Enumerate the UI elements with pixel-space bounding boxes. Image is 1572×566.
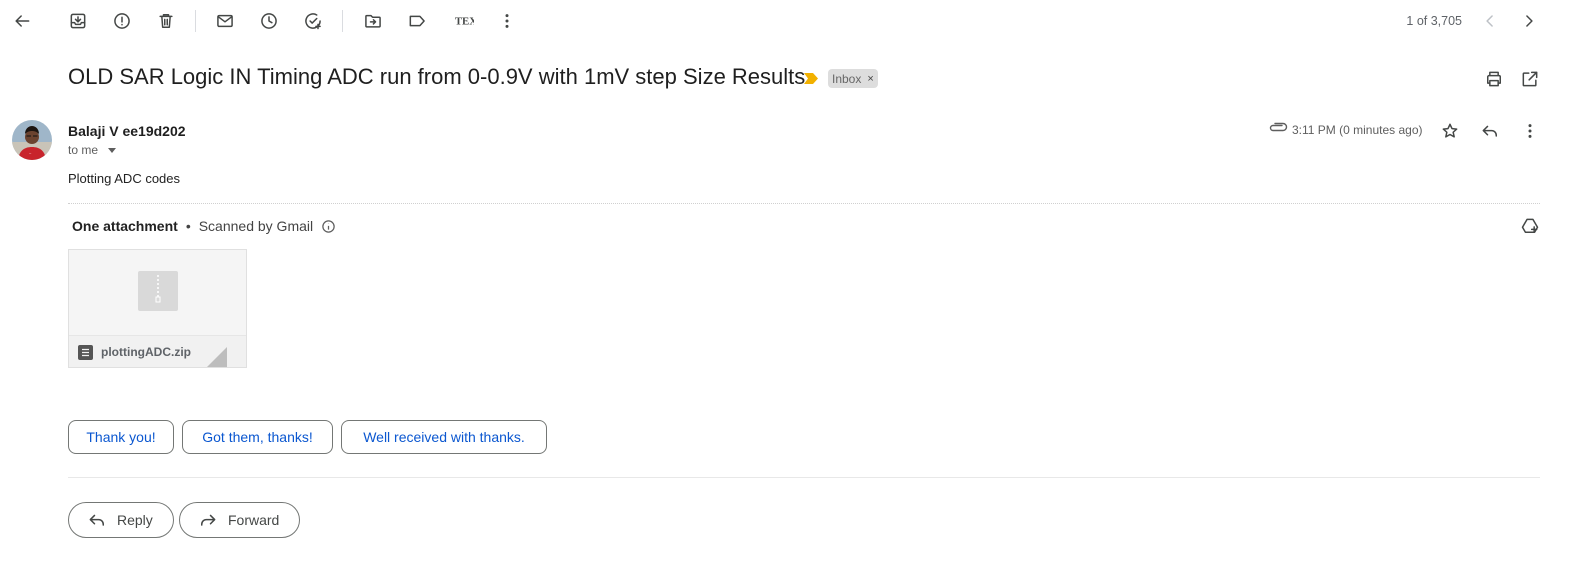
labels-icon <box>409 15 425 27</box>
attachment-clip-icon <box>1269 122 1288 132</box>
inbox-label: Inbox × <box>828 69 878 88</box>
label-text: Inbox <box>832 71 862 86</box>
older-button[interactable] <box>1513 5 1545 37</box>
recipient-details[interactable]: to me <box>68 143 117 157</box>
email-body: Plotting ADC codes <box>68 171 181 186</box>
message-more-button[interactable] <box>1514 115 1546 147</box>
reply-label: Reply <box>117 512 153 528</box>
print-icon <box>1487 71 1501 87</box>
delete-icon <box>159 14 173 28</box>
mark-unread-icon <box>217 14 233 28</box>
print-button[interactable] <box>1478 63 1510 95</box>
forward-icon <box>201 514 216 526</box>
email-subject: OLD SAR Logic IN Timing ADC run from 0-0… <box>68 64 806 89</box>
reply-icon <box>1482 125 1497 137</box>
add-to-drive-icon <box>1521 218 1539 233</box>
star-button[interactable] <box>1434 115 1466 147</box>
chevron-left-icon <box>1486 15 1493 27</box>
forward-button[interactable]: Forward <box>179 502 301 538</box>
newer-button[interactable] <box>1474 5 1506 37</box>
archive-button[interactable] <box>62 5 94 37</box>
importance-marker-icon[interactable] <box>804 73 818 84</box>
save-to-drive-button[interactable] <box>1514 210 1546 242</box>
attachment-preview <box>69 250 246 335</box>
tex-button[interactable]: TEX <box>448 5 480 37</box>
back-arrow-icon <box>15 15 30 27</box>
add-to-tasks-icon <box>305 13 321 30</box>
remove-label-icon[interactable]: × <box>867 73 873 85</box>
mark-unread-button[interactable] <box>209 5 241 37</box>
open-new-window-button[interactable] <box>1514 63 1546 95</box>
tex-icon: TEX <box>455 15 474 27</box>
snooze-button[interactable] <box>253 5 285 37</box>
snooze-icon <box>261 13 277 29</box>
pager-count: 1 of 3,705 <box>1406 14 1462 28</box>
svg-text:TEX: TEX <box>455 15 474 27</box>
attachment-count: One attachment <box>72 218 178 234</box>
info-icon[interactable] <box>321 219 336 234</box>
more-vert-icon <box>1528 124 1532 138</box>
reply-divider <box>68 477 1540 478</box>
back-button[interactable] <box>6 5 38 37</box>
smart-reply-thank-you[interactable]: Thank you! <box>68 420 174 454</box>
archive-icon <box>70 13 86 29</box>
delete-button[interactable] <box>150 5 182 37</box>
sender-name[interactable]: Balaji V ee19d202 <box>68 123 186 139</box>
add-to-tasks-button[interactable] <box>297 5 329 37</box>
labels-button[interactable] <box>401 5 433 37</box>
report-spam-button[interactable] <box>106 5 138 37</box>
more-options-button[interactable] <box>491 5 523 37</box>
reply-button-header[interactable] <box>1474 115 1506 147</box>
sender-avatar[interactable]: ~ <box>12 120 52 160</box>
move-to-icon <box>365 14 381 28</box>
page-fold-icon <box>207 347 227 367</box>
email-time: 3:11 PM (0 minutes ago) <box>1292 123 1423 137</box>
zip-file-icon <box>138 271 178 311</box>
smart-reply-got-them[interactable]: Got them, thanks! <box>182 420 333 454</box>
attachments-divider <box>68 203 1540 204</box>
report-spam-icon <box>114 13 130 29</box>
file-type-icon <box>78 345 93 360</box>
separator-dot: • <box>185 218 191 234</box>
star-icon <box>1442 123 1458 138</box>
toolbar-divider <box>342 10 343 32</box>
chevron-right-icon <box>1526 15 1533 27</box>
toolbar-divider <box>195 10 196 32</box>
open-in-new-icon <box>1522 71 1538 87</box>
chevron-down-icon[interactable] <box>108 148 117 153</box>
attachments-header: One attachment • Scanned by Gmail <box>72 218 336 234</box>
scanned-label: Scanned by Gmail <box>198 218 314 234</box>
move-to-button[interactable] <box>357 5 389 37</box>
reply-icon <box>89 514 104 526</box>
smart-reply-well-received[interactable]: Well received with thanks. <box>341 420 547 454</box>
more-vert-icon <box>505 14 509 28</box>
attachment-card[interactable]: plottingADC.zip <box>68 249 247 368</box>
recipient-text: to me <box>68 143 99 157</box>
forward-label: Forward <box>228 512 280 528</box>
reply-button[interactable]: Reply <box>68 502 174 538</box>
attachment-filename: plottingADC.zip <box>101 345 191 359</box>
